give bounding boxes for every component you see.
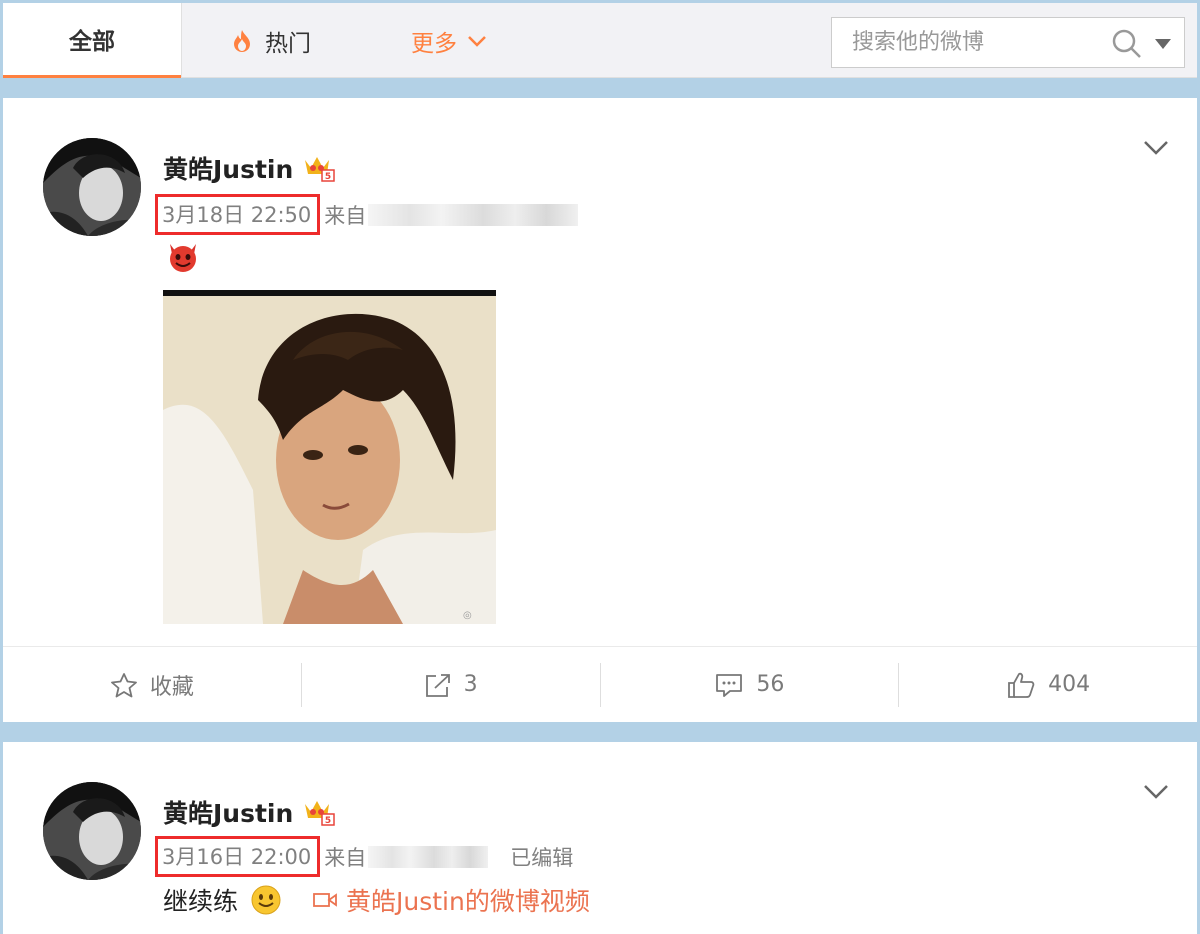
svg-text:5: 5	[325, 172, 331, 182]
chevron-down-icon	[468, 36, 486, 47]
username-text: 黄皓Justin	[163, 799, 294, 828]
username[interactable]: 黄皓Justin 5	[163, 794, 336, 830]
thumbs-up-icon	[1008, 672, 1035, 698]
post-text: 继续练 黄皓Justin的微博视频	[163, 882, 590, 918]
edited-label[interactable]: 已编辑	[510, 842, 573, 872]
share-icon	[425, 673, 450, 697]
post-text-content: 继续练	[163, 887, 239, 916]
svg-text:◎: ◎	[463, 610, 472, 621]
avatar-image	[43, 138, 141, 236]
crown-icon: 5	[305, 801, 336, 826]
avatar-image	[43, 782, 141, 880]
post-timestamp[interactable]: 3月16日 22:00	[155, 836, 321, 877]
like-button[interactable]: 404	[899, 647, 1197, 722]
tab-divider	[181, 3, 182, 78]
tab-hot-label: 热门	[265, 31, 311, 57]
favorite-button[interactable]: 收藏	[3, 647, 301, 722]
star-icon	[110, 672, 137, 697]
comment-icon	[716, 673, 743, 697]
chevron-down-icon[interactable]	[1143, 140, 1169, 156]
source-app-blurred	[368, 203, 579, 226]
post-photo[interactable]: ◎	[163, 290, 496, 624]
post-card: 黄皓Justin 5 3月16日 22:00 来自 已编辑 继续练 黄皓Just…	[3, 742, 1197, 934]
search-icon[interactable]	[1112, 29, 1142, 59]
post-timestamp[interactable]: 3月18日 22:50	[155, 194, 321, 235]
devil-emoji-icon	[170, 244, 196, 272]
repost-count: 3	[463, 672, 478, 697]
username[interactable]: 黄皓Justin 5	[163, 150, 336, 186]
like-count: 404	[1048, 672, 1091, 697]
chevron-down-icon[interactable]	[1143, 784, 1169, 800]
source-prefix: 来自	[324, 845, 367, 870]
username-text: 黄皓Justin	[163, 155, 294, 184]
tab-more[interactable]: 更多	[411, 23, 487, 59]
video-link-text: 黄皓Justin的微博视频	[346, 887, 590, 916]
post-meta: 3月16日 22:00 来自 已编辑	[155, 836, 573, 877]
tab-hot[interactable]: 热门	[231, 23, 311, 59]
tab-all[interactable]: 全部	[3, 3, 181, 78]
post-card: 黄皓Justin 5 3月18日 22:50 来自 ◎ 收藏 3 56 404	[3, 98, 1197, 722]
comment-count: 56	[756, 672, 785, 697]
source-app-blurred	[368, 845, 489, 868]
repost-button[interactable]: 3	[302, 647, 600, 722]
post-action-bar: 收藏 3 56 404	[3, 646, 1197, 722]
search-input[interactable]	[832, 18, 1102, 67]
smile-emoji-icon	[251, 885, 281, 915]
source-prefix: 来自	[324, 203, 367, 228]
avatar[interactable]	[43, 138, 141, 236]
video-link[interactable]: 黄皓Justin的微博视频	[312, 882, 590, 918]
search-box	[831, 17, 1185, 68]
profile-tab-bar: 全部 热门 更多	[3, 3, 1197, 78]
video-icon	[313, 893, 337, 907]
post-meta: 3月18日 22:50 来自	[155, 194, 579, 235]
avatar[interactable]	[43, 782, 141, 880]
comment-button[interactable]: 56	[601, 647, 899, 722]
tab-more-label: 更多	[411, 31, 457, 57]
svg-text:5: 5	[325, 816, 331, 826]
post-photo-image: ◎	[163, 290, 496, 624]
crown-icon: 5	[305, 157, 336, 182]
favorite-label: 收藏	[149, 674, 194, 700]
caret-down-icon[interactable]	[1154, 38, 1172, 50]
fire-icon	[234, 30, 250, 52]
